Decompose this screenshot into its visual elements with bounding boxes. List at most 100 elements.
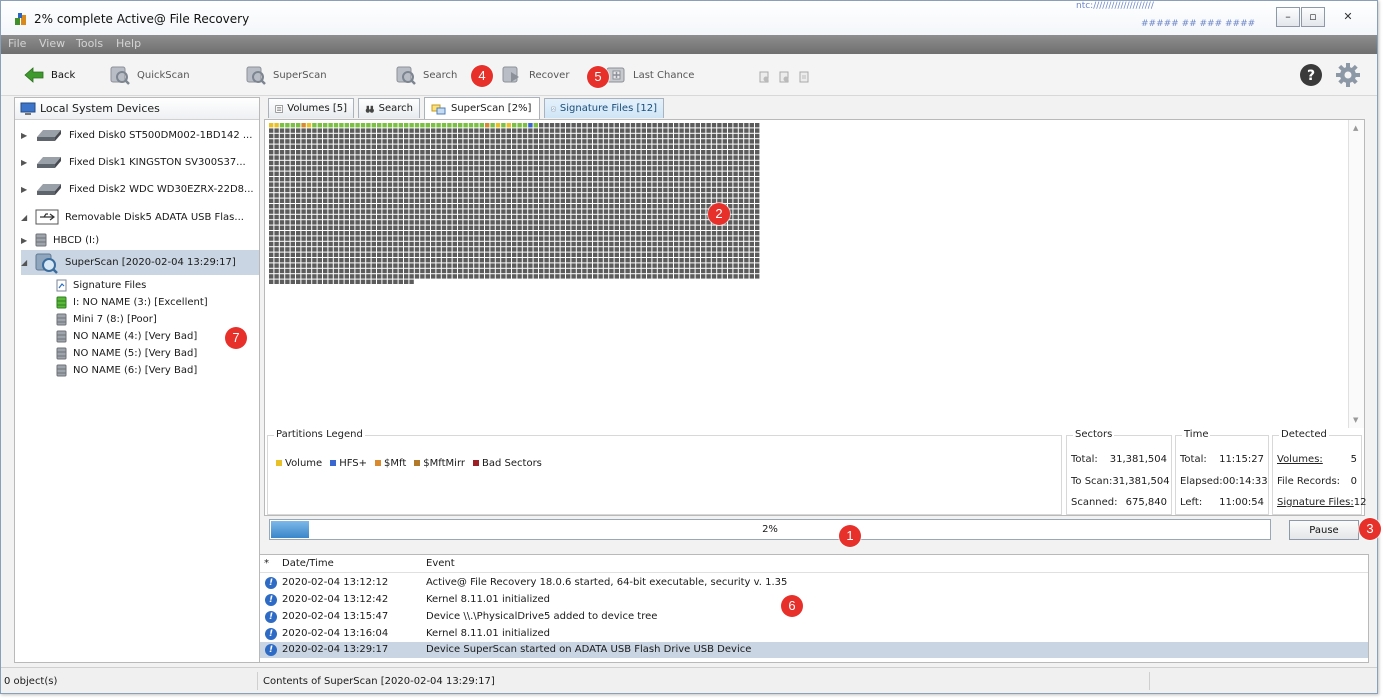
log-row-selected[interactable]: ! 2020-02-04 13:29:17 Device SuperScan s…	[260, 642, 1368, 658]
close-button[interactable]: ✕	[1327, 7, 1369, 27]
sector-cell	[414, 268, 420, 274]
vertical-scrollbar[interactable]: ▲ ▼	[1348, 120, 1364, 428]
sector-cell	[441, 214, 447, 220]
tree-item-disk1[interactable]: ▶ Fixed Disk1 KINGSTON SV300S37...	[21, 152, 246, 172]
sector-cell	[695, 139, 700, 144]
sector-cell	[479, 268, 484, 274]
sector-cell	[679, 160, 684, 166]
document-icon[interactable]	[799, 71, 810, 83]
sector-cell	[663, 204, 668, 209]
sector-cell	[285, 155, 290, 160]
sector-cell	[717, 193, 722, 198]
sector-cell	[701, 182, 706, 187]
tree-item-disk5[interactable]: ◢ Removable Disk5 ADATA USB Flas...	[21, 207, 244, 227]
log-row[interactable]: ! 2020-02-04 13:15:47 Device \\.\Physica…	[260, 609, 1368, 625]
scroll-down-icon[interactable]: ▼	[1353, 416, 1358, 424]
scroll-up-icon[interactable]: ▲	[1353, 124, 1358, 132]
sector-cell	[620, 193, 625, 198]
tree-item-signature-files[interactable]: Signature Files	[55, 277, 146, 293]
back-button[interactable]: Back	[23, 64, 75, 86]
sector-cell	[463, 133, 468, 139]
pause-button[interactable]: Pause	[1289, 520, 1359, 540]
last-chance-button[interactable]: Last Chance	[605, 64, 694, 86]
sector-cell	[393, 144, 398, 149]
sector-cell	[652, 241, 657, 247]
sector-cell	[549, 252, 555, 257]
collapse-arrow-icon[interactable]: ◢	[21, 213, 29, 222]
expand-arrow-icon[interactable]: ▶	[21, 185, 29, 194]
log-row[interactable]: ! 2020-02-04 13:12:12 Active@ File Recov…	[260, 575, 1368, 591]
sector-cell	[350, 166, 355, 171]
tree-item-volume-poor[interactable]: Mini 7 (8:) [Poor]	[55, 311, 157, 327]
sector-cell	[744, 241, 749, 247]
log-row[interactable]: ! 2020-02-04 13:16:04 Kernel 8.11.01 ini…	[260, 626, 1368, 642]
tab-superscan[interactable]: SuperScan [2%]	[424, 97, 540, 119]
tab-volumes[interactable]: Volumes [5]	[268, 98, 354, 118]
sector-cell	[495, 182, 501, 187]
sector-cell	[717, 166, 722, 171]
menu-help[interactable]: Help	[116, 37, 141, 50]
minimize-button[interactable]: –	[1276, 7, 1300, 27]
column-star[interactable]: *	[264, 558, 269, 569]
sector-cell	[755, 155, 760, 160]
column-event[interactable]: Event	[426, 558, 455, 569]
sector-cell	[744, 268, 749, 274]
sector-cell	[409, 204, 414, 209]
sector-cell	[560, 268, 565, 274]
menu-tools[interactable]: Tools	[76, 37, 103, 50]
signature-files-link[interactable]: Signature Files:	[1277, 497, 1354, 511]
sector-cell	[549, 268, 555, 274]
recover-button[interactable]: Recover	[501, 64, 569, 86]
collapse-arrow-icon[interactable]: ◢	[21, 258, 29, 267]
tab-signature-files[interactable]: Signature Files [12]	[544, 98, 664, 118]
sector-cell	[690, 204, 695, 209]
quickscan-button[interactable]: QuickScan	[109, 64, 190, 86]
maximize-button[interactable]: ▫	[1301, 7, 1325, 27]
tree-item-superscan[interactable]: ◢ SuperScan [2020-02-04 13:29:17]	[21, 250, 259, 275]
sector-cell	[485, 128, 490, 133]
tab-search[interactable]: Search	[358, 98, 420, 118]
sector-cell	[625, 225, 630, 230]
sector-cell	[458, 252, 463, 257]
volumes-link[interactable]: Volumes:	[1277, 454, 1323, 468]
sector-cell	[738, 160, 744, 166]
column-date-time[interactable]: Date/Time	[282, 558, 334, 569]
sector-cell	[706, 247, 711, 252]
tree-item-hbcd[interactable]: ▶ HBCD (I:)	[21, 230, 99, 250]
tree-item-disk0[interactable]: ▶ Fixed Disk0 ST500DM002-1BD142 ...	[21, 125, 252, 145]
tree-item-volume-bad-5[interactable]: NO NAME (5:) [Very Bad]	[55, 345, 197, 361]
expand-arrow-icon[interactable]: ▶	[21, 236, 29, 245]
file-options-icon[interactable]	[759, 71, 770, 83]
sector-cell	[663, 252, 668, 257]
sector-cell	[668, 171, 673, 176]
tree-item-disk2[interactable]: ▶ Fixed Disk2 WDC WD30EZRX-22D8...	[21, 179, 254, 199]
sector-cell	[431, 198, 436, 203]
sector-cell	[468, 220, 474, 225]
search-button[interactable]: Search	[395, 64, 457, 86]
sector-cell	[355, 241, 360, 247]
sector-cell	[625, 155, 630, 160]
sector-cell	[301, 128, 306, 133]
superscan-button[interactable]: SuperScan	[245, 64, 327, 86]
log-row[interactable]: ! 2020-02-04 13:12:42 Kernel 8.11.01 ini…	[260, 592, 1368, 608]
sector-cell	[436, 177, 441, 182]
help-icon[interactable]: ?	[1298, 62, 1324, 88]
file-settings-icon[interactable]	[779, 71, 790, 83]
sector-cell	[576, 187, 582, 193]
expand-arrow-icon[interactable]: ▶	[21, 131, 29, 140]
sector-cell	[614, 209, 619, 214]
sector-cell	[285, 177, 290, 182]
sector-cell	[360, 252, 366, 257]
expand-arrow-icon[interactable]: ▶	[21, 158, 29, 167]
gear-icon[interactable]	[1335, 62, 1361, 88]
sector-cell	[684, 236, 690, 241]
menu-view[interactable]: View	[39, 37, 65, 50]
tree-item-volume-bad-6[interactable]: NO NAME (6:) [Very Bad]	[55, 362, 197, 378]
tree-item-volume-excellent[interactable]: I: NO NAME (3:) [Excellent]	[55, 294, 208, 310]
sector-cell	[269, 241, 274, 247]
tree-item-volume-bad-4[interactable]: NO NAME (4:) [Very Bad]	[55, 328, 197, 344]
sector-cell	[382, 236, 387, 241]
sector-cell	[501, 241, 506, 247]
menu-file[interactable]: File	[8, 37, 26, 50]
sector-cell	[684, 160, 690, 166]
